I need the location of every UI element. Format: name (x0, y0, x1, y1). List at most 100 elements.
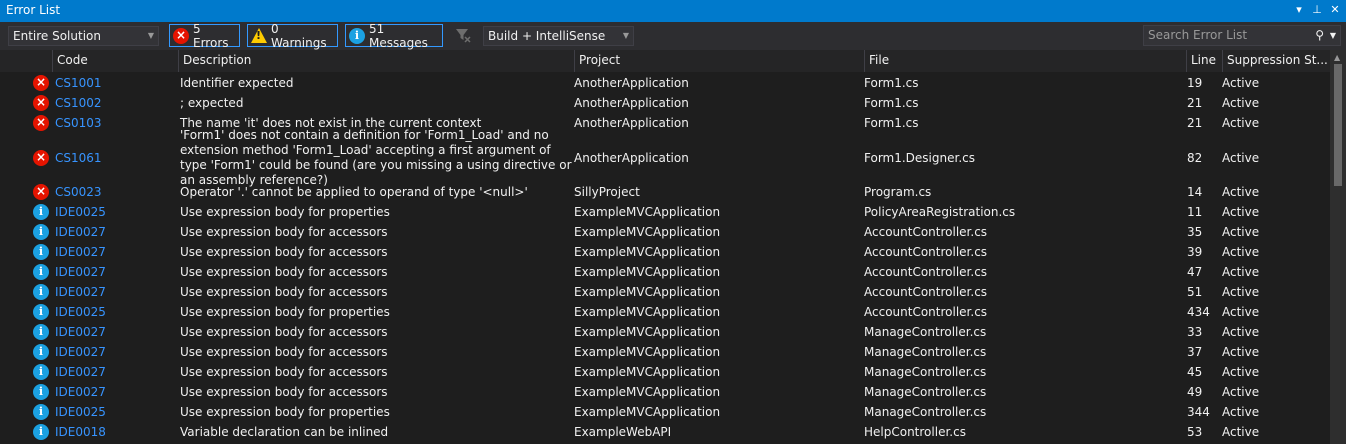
table-row[interactable]: i IDE0027 Use expression body for accessor… (0, 222, 1330, 242)
project-text: ExampleMVCApplication (574, 245, 721, 259)
code-text[interactable]: IDE0027 (55, 225, 106, 239)
cell-code[interactable]: CS1002 (55, 93, 178, 113)
code-text[interactable]: IDE0027 (55, 345, 106, 359)
cell-line: 82 (1187, 133, 1222, 182)
code-text[interactable]: CS1001 (55, 76, 102, 90)
window-menu-button[interactable]: ▾ (1292, 2, 1306, 18)
code-text[interactable]: IDE0025 (55, 405, 106, 419)
table-row[interactable]: i IDE0027 Use expression body for accessor… (0, 242, 1330, 262)
code-text[interactable]: CS1061 (55, 151, 102, 165)
description-text: Use expression body for accessors (180, 364, 388, 379)
cell-code[interactable]: CS0103 (55, 113, 178, 133)
search-icon[interactable]: ⚲ (1315, 26, 1324, 45)
code-text[interactable]: IDE0027 (55, 265, 106, 279)
errors-filter-button[interactable]: × 5 Errors (169, 22, 240, 50)
cell-project: ExampleMVCApplication (574, 302, 864, 322)
cell-code[interactable]: IDE0027 (55, 322, 178, 342)
cell-line: 11 (1187, 202, 1222, 222)
description-text: Use expression body for properties (180, 204, 390, 219)
error-icon: × (33, 149, 49, 166)
scrollbar-thumb[interactable] (1334, 64, 1342, 186)
filter-icon[interactable] (455, 27, 471, 43)
info-icon: i (33, 264, 49, 280)
description-text: ; expected (180, 95, 244, 110)
column-header-suppression[interactable]: Suppression St... (1222, 50, 1330, 72)
info-icon: i (33, 404, 49, 420)
table-row[interactable]: i IDE0018 Variable declaration can be inli… (0, 422, 1330, 442)
code-text[interactable]: CS1002 (55, 96, 102, 110)
code-text[interactable]: IDE0018 (55, 425, 106, 439)
cell-line: 19 (1187, 73, 1222, 93)
suppression-text: Active (1222, 405, 1260, 419)
table-row[interactable]: i IDE0025 Use expression body for properti… (0, 202, 1330, 222)
cell-code[interactable]: CS0023 (55, 182, 178, 202)
description-text: Use expression body for accessors (180, 264, 388, 279)
messages-filter-button[interactable]: i 51 Messages (345, 22, 443, 50)
cell-code[interactable]: IDE0027 (55, 362, 178, 382)
line-text: 35 (1187, 225, 1203, 239)
project-text: ExampleMVCApplication (574, 305, 721, 319)
cell-code[interactable]: CS1001 (55, 73, 178, 93)
line-text: 21 (1187, 96, 1203, 110)
search-input[interactable]: Search Error List ⚲ ▼ (1143, 25, 1341, 46)
column-header-code[interactable]: Code (52, 50, 178, 72)
column-header-file[interactable]: File (864, 50, 1186, 72)
cell-file: PolicyAreaRegistration.cs (864, 202, 1186, 222)
code-text[interactable]: IDE0027 (55, 385, 106, 399)
cell-description: Use expression body for properties (180, 202, 574, 222)
table-row[interactable]: × CS1001 Identifier expected AnotherApplica… (0, 73, 1330, 93)
cell-code[interactable]: IDE0025 (55, 302, 178, 322)
code-text[interactable]: IDE0025 (55, 205, 106, 219)
code-text[interactable]: CS0023 (55, 185, 102, 199)
table-row[interactable]: × CS0023 Operator '.' cannot be applied to… (0, 182, 1330, 202)
cell-code[interactable]: IDE0018 (55, 422, 178, 442)
row-icon-cell: i (0, 322, 52, 342)
table-row[interactable]: i IDE0027 Use expression body for accessor… (0, 362, 1330, 382)
table-row[interactable]: × CS1002 ; expected AnotherApplication Form1… (0, 93, 1330, 113)
error-icon: × (33, 95, 49, 111)
code-text[interactable]: IDE0027 (55, 245, 106, 259)
table-row[interactable]: i IDE0025 Use expression body for properti… (0, 402, 1330, 422)
file-text: Form1.cs (864, 116, 919, 130)
vertical-scrollbar[interactable]: ▲ (1330, 50, 1346, 444)
cell-code[interactable]: CS1061 (55, 133, 178, 182)
cell-code[interactable]: IDE0025 (55, 402, 178, 422)
table-row[interactable]: i IDE0027 Use expression body for accessor… (0, 262, 1330, 282)
code-text[interactable]: IDE0025 (55, 305, 106, 319)
column-header-description[interactable]: Description (178, 50, 574, 72)
table-row[interactable]: i IDE0025 Use expression body for properti… (0, 302, 1330, 322)
code-text[interactable]: CS0103 (55, 116, 102, 130)
cell-code[interactable]: IDE0027 (55, 262, 178, 282)
cell-description: Operator '.' cannot be applied to operan… (180, 182, 574, 202)
cell-code[interactable]: IDE0027 (55, 342, 178, 362)
code-text[interactable]: IDE0027 (55, 365, 106, 379)
cell-code[interactable]: IDE0027 (55, 382, 178, 402)
cell-code[interactable]: IDE0027 (55, 242, 178, 262)
project-text: ExampleMVCApplication (574, 325, 721, 339)
code-text[interactable]: IDE0027 (55, 285, 106, 299)
table-row[interactable]: i IDE0027 Use expression body for accessor… (0, 342, 1330, 362)
cell-code[interactable]: IDE0027 (55, 222, 178, 242)
column-header-project[interactable]: Project (574, 50, 864, 72)
file-text: ManageController.cs (864, 345, 987, 359)
table-row[interactable]: i IDE0027 Use expression body for accessor… (0, 282, 1330, 302)
cell-description: Variable declaration can be inlined (180, 422, 574, 442)
cell-code[interactable]: IDE0025 (55, 202, 178, 222)
code-text[interactable]: IDE0027 (55, 325, 106, 339)
chevron-down-icon[interactable]: ▼ (1330, 26, 1336, 45)
window-title: Error List (6, 3, 61, 17)
table-row[interactable]: i IDE0027 Use expression body for accessor… (0, 382, 1330, 402)
close-button[interactable]: ✕ (1328, 2, 1342, 18)
table-row[interactable]: × CS1061 'Form1' does not contain a defini… (0, 128, 1330, 187)
warnings-filter-button[interactable]: ! 0 Warnings (247, 22, 338, 50)
scroll-up-icon[interactable]: ▲ (1334, 53, 1340, 62)
column-header-icon[interactable] (0, 50, 52, 72)
table-row[interactable]: i IDE0027 Use expression body for accessor… (0, 322, 1330, 342)
source-dropdown[interactable]: Build + IntelliSense ▼ (483, 26, 634, 46)
column-header-line[interactable]: Line (1186, 50, 1222, 72)
cell-code[interactable]: IDE0027 (55, 282, 178, 302)
cell-description: Use expression body for accessors (180, 222, 574, 242)
scope-dropdown[interactable]: Entire Solution ▼ (8, 26, 159, 46)
file-text: ManageController.cs (864, 365, 987, 379)
pin-button[interactable]: ⊥ (1310, 2, 1324, 18)
